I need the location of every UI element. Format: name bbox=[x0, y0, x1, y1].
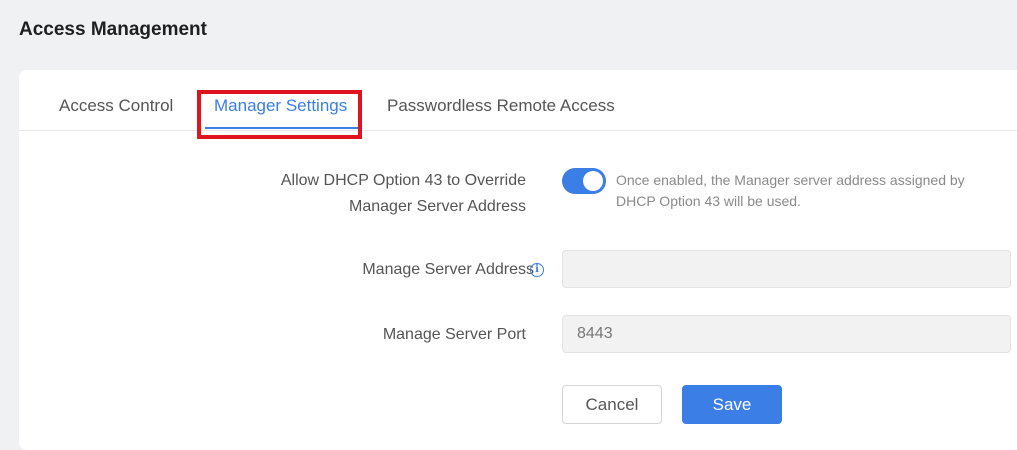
toggle-knob bbox=[583, 171, 603, 191]
dhcp-option-toggle[interactable] bbox=[562, 168, 606, 194]
dhcp-option-label-line1: Allow DHCP Option 43 to Override bbox=[280, 172, 526, 189]
tab-bar: Access Control Manager Settings Password… bbox=[19, 70, 1017, 131]
save-button[interactable]: Save bbox=[682, 385, 782, 424]
dhcp-option-label-line2: Manager Server Address bbox=[349, 198, 526, 215]
active-tab-indicator bbox=[205, 127, 358, 129]
dhcp-option-hint: Once enabled, the Manager server address… bbox=[616, 172, 965, 209]
info-circle-icon[interactable]: i bbox=[530, 263, 544, 277]
page-title: Access Management bbox=[19, 19, 207, 40]
tab-passwordless-remote-access[interactable]: Passwordless Remote Access bbox=[387, 96, 615, 116]
server-address-input[interactable] bbox=[562, 250, 1011, 288]
tab-manager-settings[interactable]: Manager Settings bbox=[214, 96, 347, 116]
server-address-label: Manage Server Address bbox=[362, 261, 534, 278]
dhcp-option-label: Allow DHCP Option 43 to Override Manager… bbox=[281, 168, 526, 220]
server-port-input[interactable]: 8443 bbox=[562, 315, 1011, 353]
server-port-label: Manage Server Port bbox=[382, 326, 526, 343]
tab-access-control[interactable]: Access Control bbox=[59, 96, 173, 116]
cancel-button[interactable]: Cancel bbox=[562, 385, 662, 424]
settings-card: Access Control Manager Settings Password… bbox=[19, 70, 1017, 450]
